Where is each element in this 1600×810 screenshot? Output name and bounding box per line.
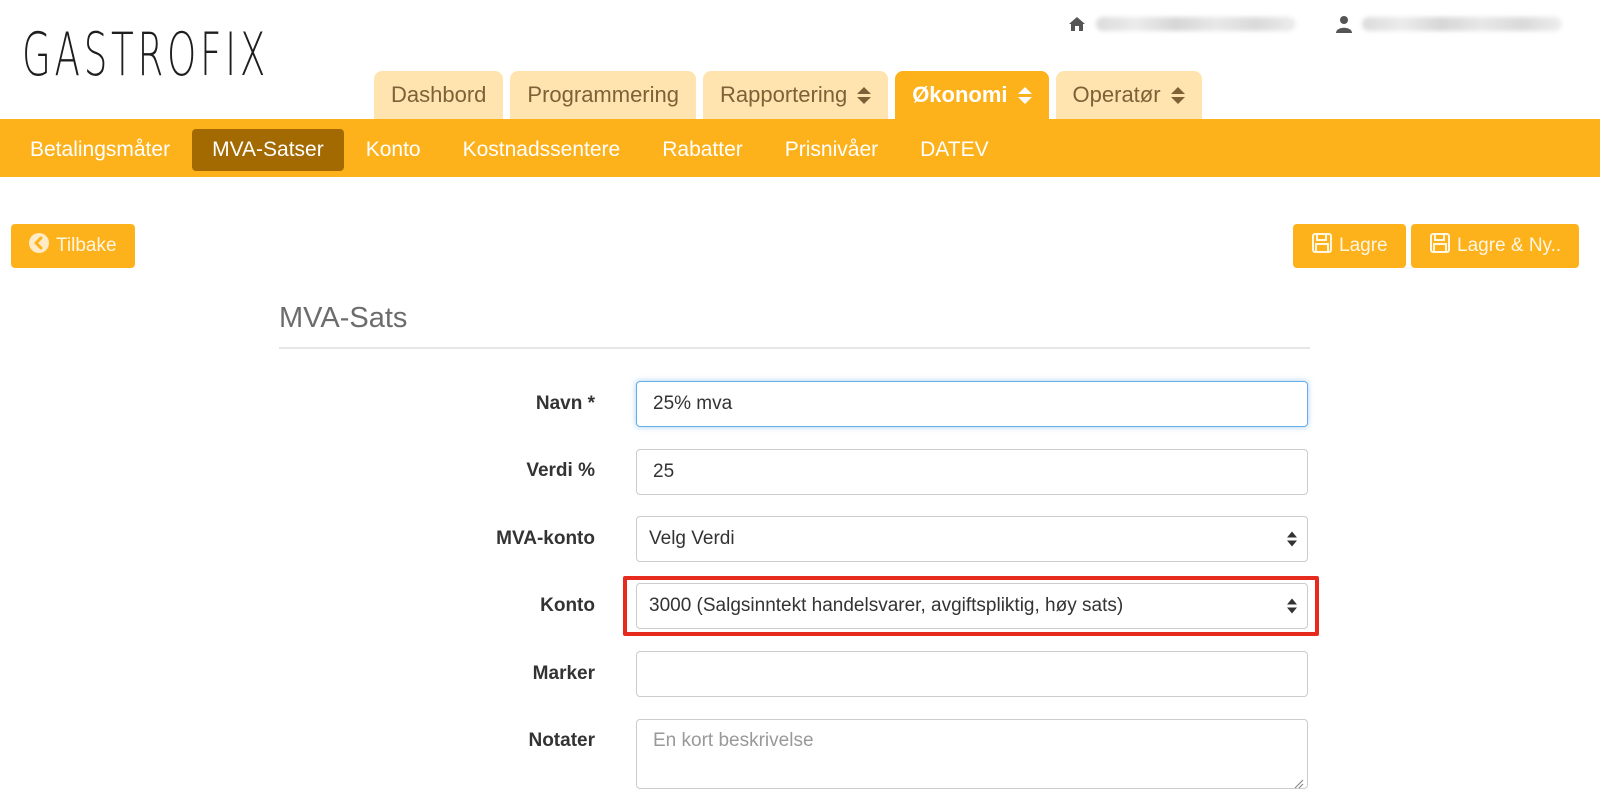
- main-navigation: Dashbord Programmering Rapportering Økon…: [374, 71, 1202, 119]
- save-and-new-button-label: Lagre & Ny..: [1457, 235, 1562, 256]
- subnav-betalingsmater[interactable]: Betalingsmåter: [10, 129, 190, 171]
- subnav-datev[interactable]: DATEV: [900, 129, 1008, 171]
- sub-navigation: Betalingsmåter MVA-Satser Konto Kostnads…: [0, 119, 1600, 177]
- tab-label: Operatør: [1072, 82, 1161, 107]
- vat-account-label: MVA-konto: [496, 528, 595, 549]
- floppy-disk-icon: [1429, 232, 1451, 260]
- notes-label: Notater: [528, 730, 595, 751]
- tab-label: Økonomi: [912, 82, 1008, 107]
- notes-placeholder: En kort beskrivelse: [653, 730, 814, 751]
- gastrofix-logo[interactable]: GASTROFIX: [22, 20, 269, 90]
- topbar-user[interactable]: [1336, 12, 1562, 36]
- select-arrows-icon: [1287, 531, 1297, 547]
- floppy-disk-icon: [1311, 232, 1333, 260]
- topbar-home[interactable]: [1068, 12, 1296, 36]
- save-button[interactable]: Lagre: [1293, 224, 1406, 268]
- tab-label: Programmering: [527, 82, 679, 107]
- name-input[interactable]: 25% mva: [636, 381, 1308, 427]
- name-input-value: 25% mva: [653, 393, 733, 414]
- location-name-redacted: [1096, 17, 1296, 31]
- tab-programmering[interactable]: Programmering: [510, 71, 696, 119]
- back-button-label: Tilbake: [56, 235, 117, 256]
- tab-operator[interactable]: Operatør: [1055, 71, 1202, 119]
- value-percent-input-value: 25: [653, 461, 675, 482]
- form-divider: [279, 347, 1310, 349]
- user-name-redacted: [1362, 17, 1562, 31]
- sort-caret-icon: [1017, 86, 1032, 104]
- tab-rapportering[interactable]: Rapportering: [703, 71, 889, 119]
- subnav-mva-satser[interactable]: MVA-Satser: [192, 129, 344, 171]
- user-icon: [1336, 15, 1352, 33]
- subnav-konto[interactable]: Konto: [346, 129, 441, 171]
- save-and-new-button[interactable]: Lagre & Ny..: [1411, 224, 1580, 268]
- value-percent-input[interactable]: 25: [636, 449, 1308, 495]
- sort-caret-icon: [857, 86, 872, 104]
- home-icon: [1068, 16, 1086, 32]
- subnav-rabatter[interactable]: Rabatter: [642, 129, 763, 171]
- resize-grip-icon[interactable]: [1292, 773, 1304, 789]
- back-button[interactable]: Tilbake: [11, 224, 135, 268]
- sort-caret-icon: [1170, 86, 1185, 104]
- save-button-label: Lagre: [1339, 235, 1388, 256]
- subnav-prisnivaer[interactable]: Prisnivåer: [765, 129, 898, 171]
- value-percent-label: Verdi %: [526, 460, 595, 481]
- marker-label: Marker: [532, 663, 595, 684]
- marker-input[interactable]: [636, 651, 1308, 697]
- account-label: Konto: [540, 595, 595, 616]
- tab-okonomi[interactable]: Økonomi: [895, 71, 1049, 119]
- name-label: Navn *: [535, 393, 595, 414]
- tab-label: Rapportering: [720, 82, 848, 107]
- notes-textarea[interactable]: En kort beskrivelse: [636, 719, 1308, 789]
- vat-account-selected-value: Velg Verdi: [649, 528, 735, 549]
- vat-account-select[interactable]: Velg Verdi: [636, 516, 1308, 562]
- tab-dashbord[interactable]: Dashbord: [374, 71, 504, 119]
- highlight-box: [623, 576, 1319, 636]
- subnav-kostnadssentere[interactable]: Kostnadssentere: [443, 129, 641, 171]
- form-title: MVA-Sats: [279, 302, 408, 334]
- chevron-left-circle-icon: [28, 232, 50, 260]
- tab-label: Dashbord: [391, 82, 487, 107]
